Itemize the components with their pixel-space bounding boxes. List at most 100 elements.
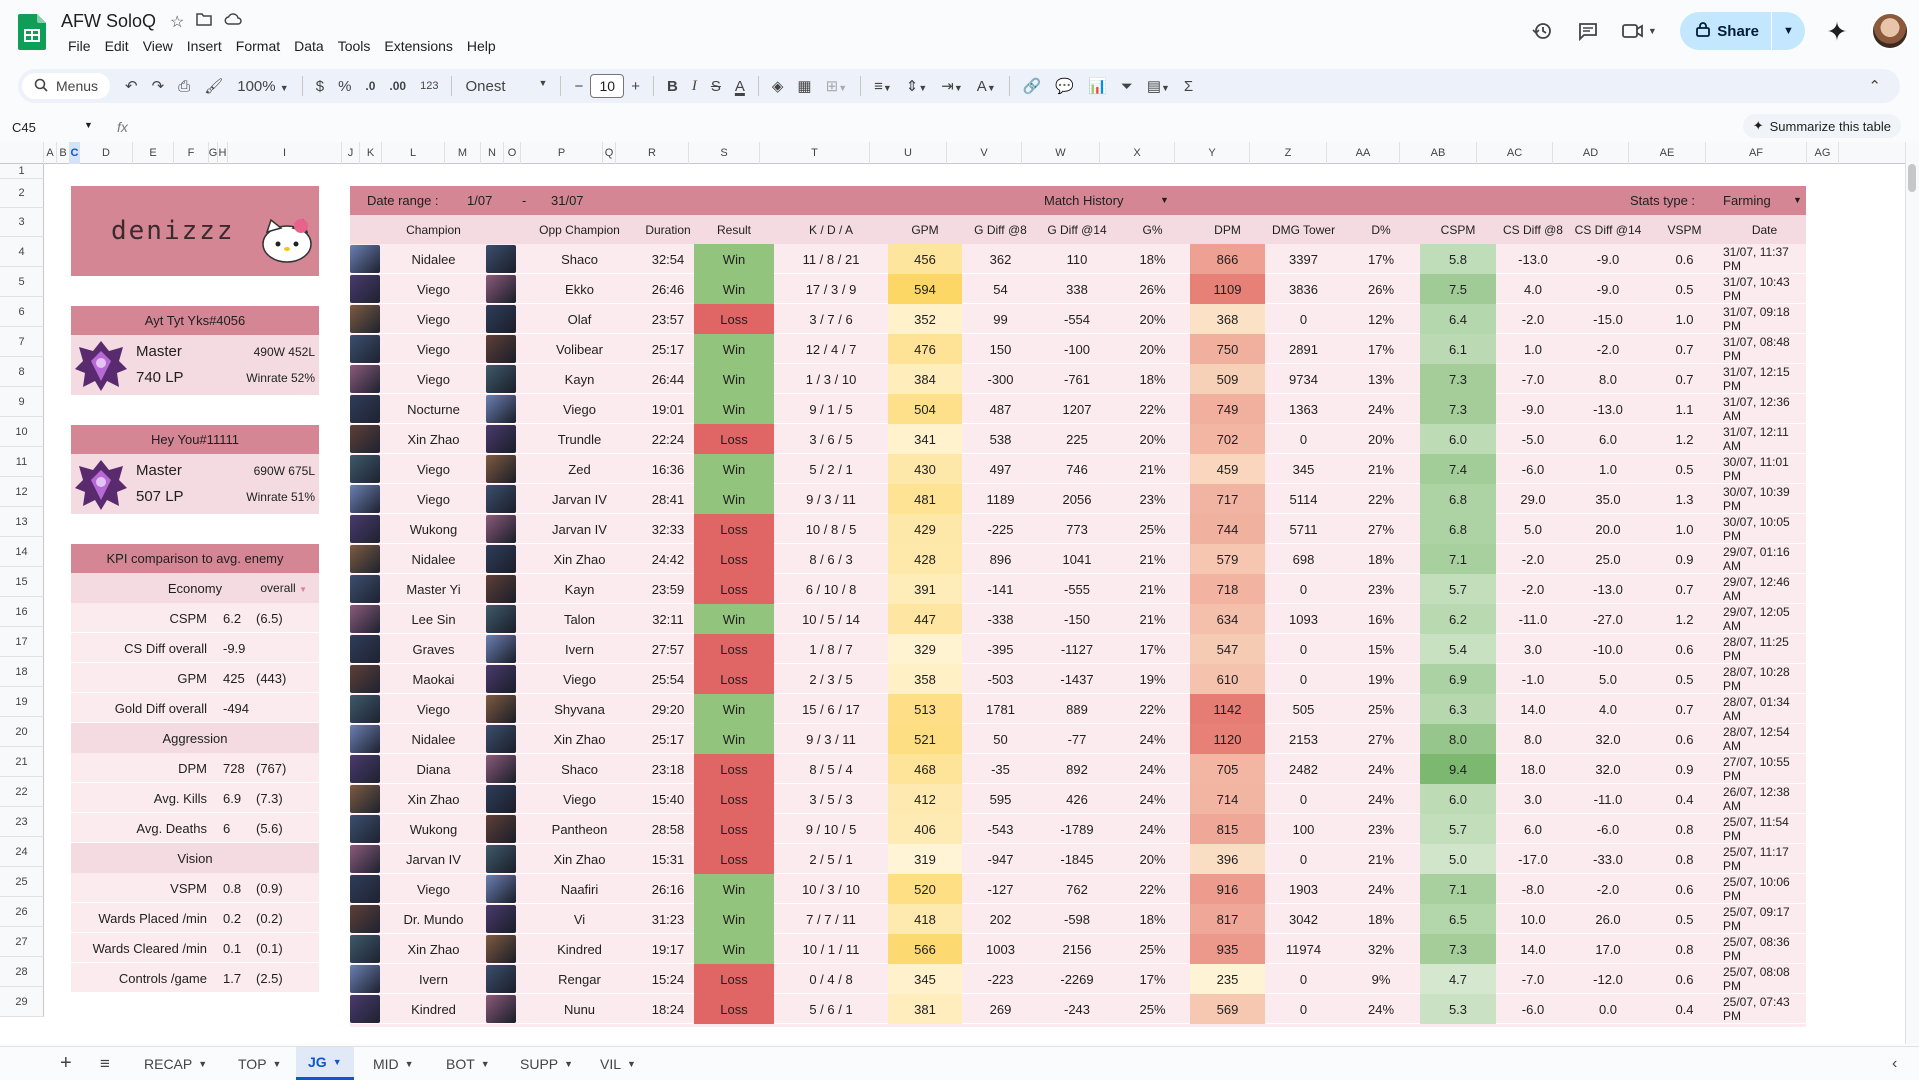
- table-row[interactable]: Nocturne Viego 19:01 Win 9 / 1 / 5 504 487 1207…: [350, 394, 1806, 424]
- currency-format-button[interactable]: $: [309, 78, 331, 95]
- undo-icon[interactable]: ↶: [118, 77, 145, 95]
- tab-vil[interactable]: VIL ▼: [588, 1047, 648, 1080]
- menu-format[interactable]: Format: [229, 36, 287, 56]
- tab-jg[interactable]: JG ▼: [296, 1047, 354, 1080]
- tab-dropdown-icon[interactable]: ▼: [627, 1059, 636, 1069]
- column-header-q[interactable]: Q: [603, 142, 616, 164]
- table-row[interactable]: Xin Zhao Trundle 22:24 Loss 3 / 6 / 5 341 538 2…: [350, 424, 1806, 454]
- tab-dropdown-icon[interactable]: ▼: [198, 1059, 207, 1069]
- stats-type-dropdown-icon[interactable]: ▼: [1793, 195, 1802, 205]
- column-header-aa[interactable]: AA: [1327, 142, 1400, 164]
- menu-file[interactable]: File: [61, 36, 98, 56]
- stats-type-select[interactable]: Farming: [1723, 193, 1771, 208]
- decrease-decimal-button[interactable]: .0: [358, 79, 382, 93]
- column-header-o[interactable]: O: [504, 142, 521, 164]
- table-row[interactable]: Wukong Jarvan IV 32:33 Loss 10 / 8 / 5 429 -22…: [350, 514, 1806, 544]
- row-header-24[interactable]: 24: [0, 837, 44, 867]
- text-rotation-icon[interactable]: A▼: [970, 78, 1003, 95]
- date-to[interactable]: 31/07: [551, 193, 584, 208]
- row-header-27[interactable]: 27: [0, 927, 44, 957]
- gemini-sparkle-icon[interactable]: [1817, 11, 1857, 51]
- row-header-28[interactable]: 28: [0, 957, 44, 987]
- column-header-ac[interactable]: AC: [1477, 142, 1553, 164]
- star-icon[interactable]: ☆: [170, 12, 184, 32]
- table-row[interactable]: Xin Zhao Viego 15:40 Loss 3 / 5 / 3 412 595 426…: [350, 784, 1806, 814]
- column-header-c[interactable]: C: [70, 142, 80, 164]
- select-all-corner[interactable]: [0, 142, 44, 164]
- print-icon[interactable]: ⎙: [171, 78, 197, 95]
- functions-icon[interactable]: Σ: [1177, 78, 1200, 95]
- tab-dropdown-icon[interactable]: ▼: [564, 1059, 573, 1069]
- tab-dropdown-icon[interactable]: ▼: [273, 1059, 282, 1069]
- paint-format-icon[interactable]: 🖌: [197, 77, 230, 95]
- column-header-w[interactable]: W: [1022, 142, 1100, 164]
- menu-extensions[interactable]: Extensions: [377, 36, 459, 56]
- row-header-19[interactable]: 19: [0, 687, 44, 717]
- column-header-d[interactable]: D: [80, 142, 133, 164]
- column-header-u[interactable]: U: [870, 142, 947, 164]
- table-row[interactable]: Viego Shyvana 29:20 Win 15 / 6 / 17 513 1781 88…: [350, 694, 1806, 724]
- summarize-table-button[interactable]: ✦ Summarize this table: [1742, 114, 1901, 138]
- increase-decimal-button[interactable]: .00: [382, 79, 413, 93]
- column-header-ad[interactable]: AD: [1553, 142, 1629, 164]
- row-header-29[interactable]: 29: [0, 987, 44, 1017]
- table-row[interactable]: Kindred Nunu 18:24 Loss 5 / 6 / 1 381 269 -243 2…: [350, 994, 1806, 1024]
- text-color-button[interactable]: A: [728, 78, 752, 95]
- table-row[interactable]: Nidalee Xin Zhao 24:42 Loss 8 / 6 / 3 428 896 1…: [350, 544, 1806, 574]
- table-row[interactable]: Xin Zhao Kindred 19:17 Win 10 / 1 / 11 566 100…: [350, 934, 1806, 964]
- table-row[interactable]: Viego Naafiri 26:16 Win 10 / 3 / 10 520 -127 76…: [350, 874, 1806, 904]
- row-header-4[interactable]: 4: [0, 237, 44, 267]
- row-header-5[interactable]: 5: [0, 267, 44, 297]
- version-history-icon[interactable]: [1522, 11, 1562, 51]
- column-header-af[interactable]: AF: [1706, 142, 1807, 164]
- column-header-y[interactable]: Y: [1175, 142, 1250, 164]
- filter-views-icon[interactable]: ▤▼: [1140, 77, 1177, 95]
- row-header-8[interactable]: 8: [0, 357, 44, 387]
- column-header-n[interactable]: N: [481, 142, 504, 164]
- column-header-e[interactable]: E: [133, 142, 174, 164]
- vertical-scrollbar[interactable]: [1905, 142, 1919, 1044]
- font-size-decrease-button[interactable]: −: [567, 78, 590, 95]
- more-formats-button[interactable]: 123: [413, 80, 445, 92]
- cloud-status-icon[interactable]: [224, 12, 243, 32]
- avatar[interactable]: [1871, 12, 1909, 50]
- filter-icon[interactable]: ⏷: [1114, 78, 1140, 95]
- row-header-11[interactable]: 11: [0, 447, 44, 477]
- add-sheet-icon[interactable]: +: [48, 1047, 84, 1080]
- column-header-ag[interactable]: AG: [1807, 142, 1839, 164]
- table-row[interactable]: Master Yi Kayn 23:59 Loss 6 / 10 / 8 391 -141 -…: [350, 574, 1806, 604]
- menu-view[interactable]: View: [136, 36, 180, 56]
- all-sheets-icon[interactable]: ≡: [88, 1047, 122, 1080]
- table-row[interactable]: Viego Zed 16:36 Win 5 / 2 / 1 430 497 746 21% 459…: [350, 454, 1806, 484]
- row-header-18[interactable]: 18: [0, 657, 44, 687]
- menu-tools[interactable]: Tools: [331, 36, 378, 56]
- document-title[interactable]: AFW SoloQ: [61, 11, 156, 32]
- table-row[interactable]: Viego Jarvan IV 28:41 Win 9 / 3 / 11 481 1189 2…: [350, 484, 1806, 514]
- comments-icon[interactable]: [1568, 11, 1608, 51]
- menu-help[interactable]: Help: [460, 36, 503, 56]
- table-row[interactable]: Nidalee Shaco 32:54 Win 11 / 8 / 21 456 362 110…: [350, 244, 1806, 274]
- column-header-p[interactable]: P: [521, 142, 603, 164]
- column-header-b[interactable]: B: [57, 142, 70, 164]
- row-header-13[interactable]: 13: [0, 507, 44, 537]
- vertical-align-icon[interactable]: ⇕▼: [899, 77, 935, 95]
- row-header-15[interactable]: 15: [0, 567, 44, 597]
- date-from[interactable]: 1/07: [467, 193, 492, 208]
- meet-icon[interactable]: ▼: [1614, 11, 1664, 51]
- borders-icon[interactable]: ▦: [790, 77, 818, 95]
- share-button[interactable]: Share ▼: [1680, 12, 1805, 50]
- redo-icon[interactable]: ↷: [145, 77, 172, 95]
- column-header-r[interactable]: R: [616, 142, 689, 164]
- move-folder-icon[interactable]: [196, 12, 213, 32]
- sidebar-collapse-icon[interactable]: ‹: [1880, 1047, 1909, 1080]
- table-row[interactable]: Ivern Rengar 15:24 Loss 0 / 4 / 8 345 -223 -226…: [350, 964, 1806, 994]
- table-row[interactable]: Lee Sin Talon 32:11 Win 10 / 5 / 14 447 -338 -1…: [350, 604, 1806, 634]
- table-row[interactable]: Jarvan IV Xin Zhao 15:31 Loss 2 / 5 / 1 319 -9…: [350, 844, 1806, 874]
- row-header-1[interactable]: 1: [0, 164, 44, 179]
- row-header-26[interactable]: 26: [0, 897, 44, 927]
- menu-data[interactable]: Data: [287, 36, 331, 56]
- column-header-m[interactable]: M: [445, 142, 481, 164]
- row-header-9[interactable]: 9: [0, 387, 44, 417]
- column-header-v[interactable]: V: [947, 142, 1022, 164]
- column-header-a[interactable]: A: [44, 142, 57, 164]
